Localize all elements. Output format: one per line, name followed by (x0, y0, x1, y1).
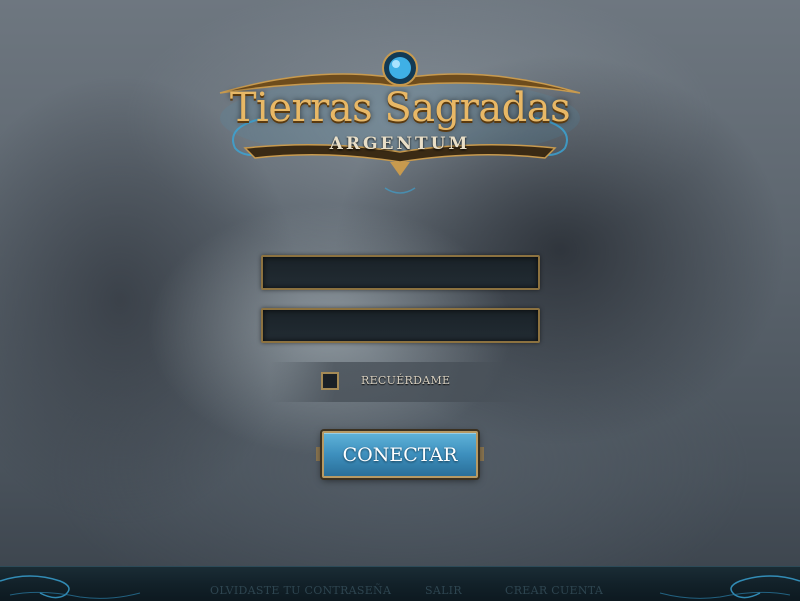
username-field[interactable] (261, 255, 540, 290)
exit-link[interactable]: SALIR (425, 584, 462, 597)
create-account-link[interactable]: CREAR CUENTA (505, 584, 603, 597)
connect-button[interactable]: CONECTAR (322, 431, 478, 478)
game-logo: Tierras Sagradas ARGENTUM (205, 48, 595, 198)
logo-title: Tierras Sagradas (229, 85, 571, 131)
forgot-password-link[interactable]: OLVIDASTE TU CONTRASEÑA (210, 584, 391, 597)
username-input[interactable] (263, 257, 538, 288)
footer-bar: OLVIDASTE TU CONTRASEÑA SALIR CREAR CUEN… (0, 566, 800, 601)
logo-subtitle: ARGENTUM (329, 134, 471, 154)
password-input[interactable] (263, 310, 538, 341)
remember-label[interactable]: RECUÉRDAME (361, 374, 450, 387)
password-field[interactable] (261, 308, 540, 343)
footer-ornament (0, 575, 800, 599)
remember-checkbox[interactable] (321, 372, 339, 390)
